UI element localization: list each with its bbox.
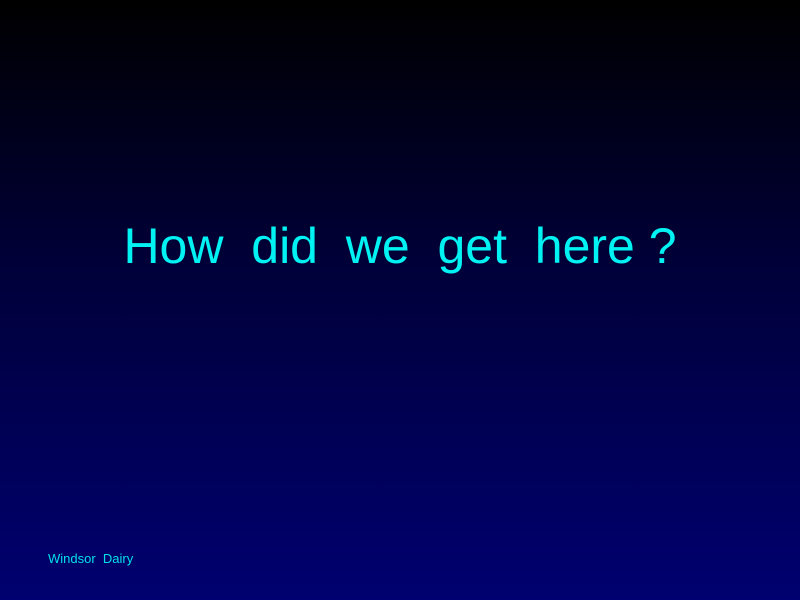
slide-footer: Windsor Dairy — [48, 551, 134, 566]
slide-title: How did we get here ? — [123, 218, 677, 274]
presentation-slide: How did we get here ? Windsor Dairy — [0, 0, 800, 600]
